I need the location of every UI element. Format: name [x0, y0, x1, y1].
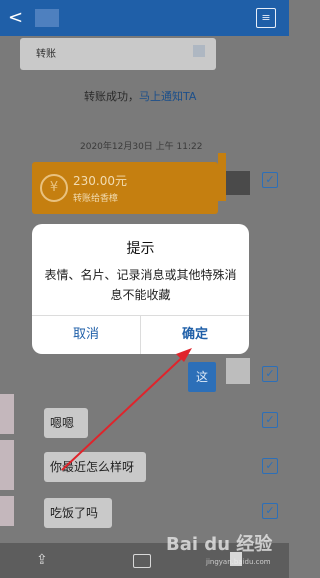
yuan-coin-icon: ¥	[40, 174, 68, 202]
transfer-amount: 230.00元	[73, 174, 127, 188]
timestamp: 2020年12月30日 上午 11:22	[80, 142, 203, 152]
sent-message-bubble[interactable]: 这	[188, 362, 216, 392]
transfer-label: 转账	[36, 49, 56, 60]
confirm-button[interactable]: 确定	[141, 316, 249, 354]
share-icon[interactable]: ⇪	[36, 553, 52, 567]
menu-icon[interactable]: ≡	[256, 8, 276, 28]
avatar[interactable]	[226, 171, 250, 195]
chat-title-blurred	[35, 9, 59, 27]
cancel-button[interactable]: 取消	[32, 316, 140, 354]
list-item[interactable]: 嗯嗯	[44, 408, 88, 438]
dialog-message: 表情、名片、记录消息或其他特殊消息不能收藏	[44, 268, 237, 302]
list-item[interactable]: 吃饭了吗	[44, 498, 112, 528]
select-checkbox[interactable]: ✓	[262, 458, 278, 474]
transfer-card-tail	[218, 153, 226, 201]
message-text: 吃饭了吗	[50, 506, 99, 520]
notice-text: 转账成功，	[84, 90, 139, 103]
alert-dialog: 提示 表情、名片、记录消息或其他特殊消息不能收藏 取消 确定	[32, 224, 249, 354]
list-item[interactable]: 你最近怎么样呀	[44, 452, 146, 482]
select-checkbox[interactable]: ✓	[262, 412, 278, 428]
select-checkbox[interactable]: ✓	[262, 503, 278, 519]
back-icon[interactable]: <	[8, 8, 28, 28]
avatar-blurred	[0, 496, 14, 526]
select-checkbox[interactable]: ✓	[262, 366, 278, 382]
dialog-title: 提示	[126, 241, 155, 257]
transfer-success-notice: 转账成功，马上通知TA	[84, 88, 196, 104]
watermark-url: jingyan.baidu.com	[206, 558, 271, 566]
avatar[interactable]	[226, 358, 250, 384]
message-text: 你最近怎么样呀	[50, 460, 135, 474]
select-checkbox[interactable]: ✓	[262, 172, 278, 188]
watermark-logo: Bai du 经验	[166, 534, 273, 555]
transfer-subtitle: 转账给香樟	[73, 194, 119, 204]
avatar-blurred	[0, 440, 14, 490]
notify-link[interactable]: 马上通知TA	[139, 90, 196, 103]
avatar-blurred	[0, 394, 14, 434]
collect-icon[interactable]	[133, 554, 151, 568]
message-text: 嗯嗯	[50, 416, 75, 430]
transfer-icon	[193, 45, 205, 57]
